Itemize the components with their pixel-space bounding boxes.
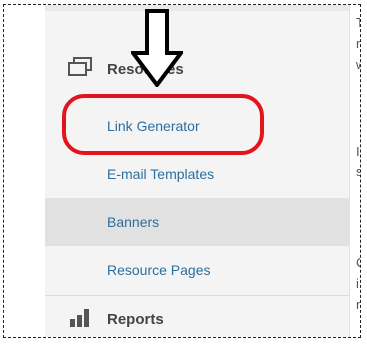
content-text-fragment: i [356, 276, 359, 291]
content-text-fragment: T [356, 16, 360, 30]
resources-icon [67, 56, 93, 82]
content-text-fragment: I [356, 144, 360, 159]
sidebar-item-resource-pages[interactable]: Resource Pages [45, 246, 349, 294]
sidebar-divider [45, 295, 349, 296]
content-text-fragment: n [356, 37, 360, 51]
sidebar-section-resources[interactable]: Resources [45, 49, 349, 89]
down-arrow-icon [129, 9, 185, 92]
sidebar-item-label: E-mail Templates [107, 166, 215, 182]
previous-item-remnant [45, 5, 349, 11]
content-text-fragment: n [356, 298, 360, 312]
sidebar-item-email-templates[interactable]: E-mail Templates [45, 150, 349, 198]
sidebar-section-reports-label: Reports [107, 310, 164, 328]
content-text-fragment: C [356, 256, 360, 270]
sidebar-item-label: Resource Pages [107, 262, 211, 278]
highlight-oval [62, 94, 264, 155]
content-text-fragment: s [356, 165, 360, 179]
content-text-fragment: w [356, 58, 360, 72]
sidebar-item-label: Banners [107, 214, 160, 230]
content-panel-edge: T n w I s C i n [349, 5, 360, 337]
screenshot-frame: Resources Link Generator E-mail Template… [3, 4, 361, 338]
sidebar-section-reports[interactable]: Reports [45, 299, 349, 337]
sidebar-item-banners[interactable]: Banners [45, 198, 349, 246]
bar-chart-icon [67, 307, 91, 332]
